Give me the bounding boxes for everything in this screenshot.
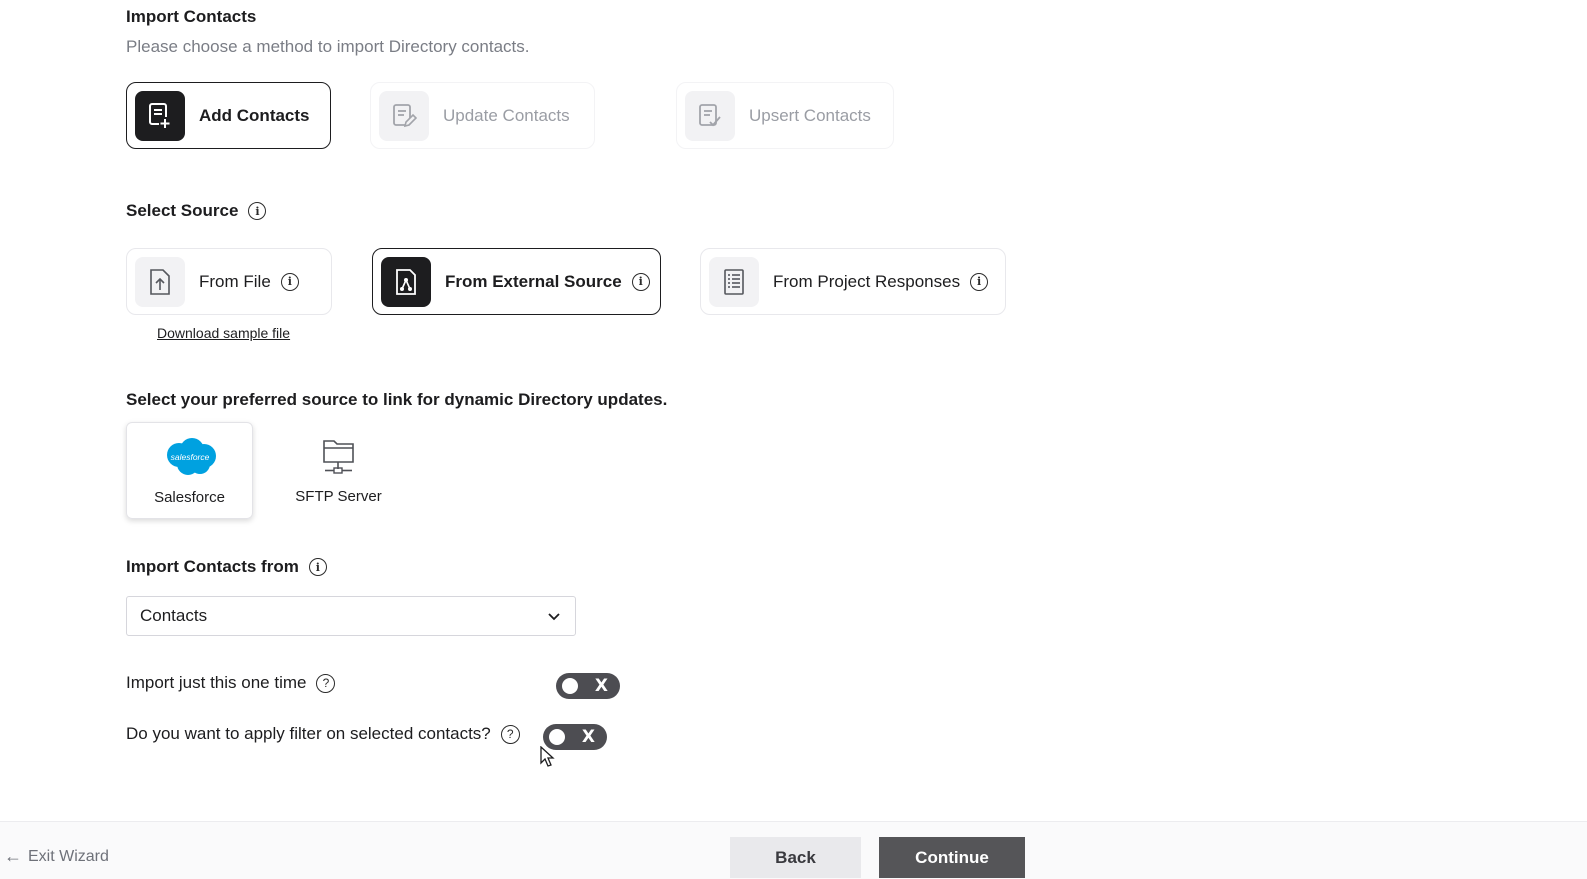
apply-filter-label: Do you want to apply filter on selected … (126, 724, 491, 743)
chevron-down-icon (548, 613, 560, 621)
info-icon[interactable]: i (970, 272, 989, 291)
source-external[interactable]: From External Source i (372, 248, 661, 315)
import-from-select[interactable]: Contacts (126, 596, 576, 636)
method-label: Update Contacts (443, 105, 570, 125)
source-label: From External Source (445, 271, 622, 291)
info-icon[interactable]: i (631, 272, 650, 291)
back-button[interactable]: Back (730, 837, 861, 878)
svg-text:salesforce: salesforce (170, 452, 209, 462)
tile-salesforce[interactable]: salesforce Salesforce (126, 422, 253, 519)
info-icon[interactable]: i (308, 558, 327, 576)
method-upsert-contacts[interactable]: Upsert Contacts (676, 82, 894, 149)
mouse-cursor-icon (540, 746, 555, 767)
toggle-knob (549, 729, 565, 745)
salesforce-logo: salesforce (166, 438, 216, 475)
source-project-responses[interactable]: From Project Responses i (700, 248, 1006, 315)
exit-wizard-label: Exit Wizard (28, 847, 109, 865)
upsert-contact-icon (685, 90, 735, 141)
page-title: Import Contacts (126, 7, 257, 26)
download-sample-link[interactable]: Download sample file (157, 325, 290, 341)
project-responses-icon (709, 256, 759, 307)
tile-sftp-server[interactable]: SFTP Server (275, 422, 402, 519)
import-from-value: Contacts (140, 606, 208, 625)
toggle-knob (562, 678, 578, 694)
wizard-footer: ← Exit Wizard Back Continue (0, 821, 1587, 879)
import-contacts-page: Import Contacts Please choose a method t… (0, 0, 1587, 879)
add-contact-icon (135, 90, 185, 141)
upload-file-icon (135, 256, 185, 307)
edit-contact-icon (379, 90, 429, 141)
info-icon[interactable]: i (248, 202, 267, 220)
method-label: Upsert Contacts (749, 105, 871, 125)
apply-filter-row: Do you want to apply filter on selected … (126, 724, 520, 744)
tile-label: Salesforce (154, 489, 225, 506)
one-time-row: Import just this one time ? (126, 673, 336, 693)
tile-label: SFTP Server (295, 488, 382, 505)
source-from-file[interactable]: From File i (126, 248, 332, 315)
select-source-heading: Select Source i (126, 201, 267, 221)
one-time-toggle[interactable]: X (556, 673, 620, 699)
select-source-label: Select Source (126, 201, 239, 220)
help-icon[interactable]: ? (500, 724, 520, 744)
one-time-label: Import just this one time (126, 673, 307, 692)
info-icon[interactable]: i (280, 272, 299, 291)
sftp-folder-icon (322, 440, 354, 474)
import-from-label: Import Contacts from (126, 557, 299, 576)
page-subtitle: Please choose a method to import Directo… (126, 37, 530, 56)
method-label: Add Contacts (199, 105, 310, 125)
source-label: From File (199, 271, 271, 291)
toggle-off-mark: X (594, 676, 608, 696)
toggle-off-mark: X (581, 727, 595, 747)
method-add-contacts[interactable]: Add Contacts (126, 82, 331, 149)
continue-button[interactable]: Continue (879, 837, 1025, 878)
preferred-source-heading: Select your preferred source to link for… (126, 390, 668, 409)
exit-wizard-link[interactable]: ← Exit Wizard (4, 846, 109, 867)
arrow-left-icon: ← (4, 846, 22, 866)
import-from-heading: Import Contacts from i (126, 557, 327, 577)
help-icon[interactable]: ? (316, 673, 336, 693)
method-update-contacts[interactable]: Update Contacts (370, 82, 595, 149)
external-source-icon (381, 256, 431, 307)
source-label: From Project Responses (773, 271, 961, 291)
